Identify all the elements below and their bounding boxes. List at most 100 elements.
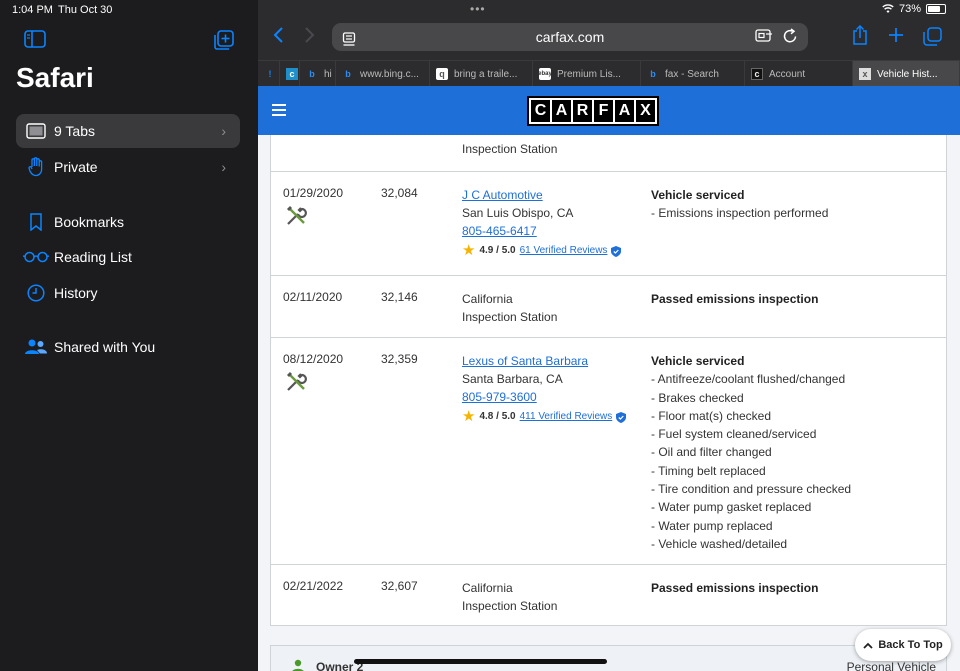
detail-item: - Emissions inspection performed [651,206,829,221]
battery-percent: 73% [898,3,921,15]
sidebar-toggle-icon[interactable] [24,30,46,53]
page-menu-icon[interactable] [342,29,356,57]
bookmark-icon [16,213,54,231]
logo-letter: C [531,100,550,122]
source-phone[interactable]: 805-979-3600 [462,388,626,406]
owner-vehicle-type: Personal Vehicle [846,660,936,671]
record-date: 01/29/2020 [283,186,344,200]
wifi-icon [882,4,894,13]
tab-item[interactable]: c [280,61,300,87]
tab-favicon: b [345,69,351,79]
record-date: 02/11/2020 [283,290,343,304]
record-source: California Inspection Station [462,579,557,615]
record-date: 02/21/2022 [283,579,344,593]
multitasking-dots-icon[interactable]: ••• [470,2,486,16]
tab-item[interactable]: q bring a traile... [430,61,533,87]
tab-item[interactable]: ! [258,61,280,87]
record-mileage: 32,607 [381,579,418,593]
chevron-up-icon [863,642,873,649]
source-link[interactable]: Lexus of Santa Barbara [462,352,626,370]
detail-item: - Tire condition and pressure checked [651,482,852,497]
tab-close-icon[interactable]: x [859,68,871,80]
sidebar-item-reading-list[interactable]: Reading List [16,240,240,274]
star-icon: ★ [462,408,476,425]
sidebar-item-shared-with-you[interactable]: Shared with You [16,330,240,364]
reader-extension-icon[interactable] [755,28,773,44]
sidebar-item-history[interactable]: History [16,276,240,310]
table-row: 08/12/2020 32,359 Lexus of Santa Barbara… [271,337,946,564]
sidebar-item-label: Shared with You [54,339,156,355]
carfax-header: C A R F A X [258,86,960,135]
record-mileage: 32,359 [381,352,418,366]
sidebar-item-label: Bookmarks [54,214,125,230]
source-location: San Luis Obispo, CA [462,206,574,220]
tab-overview-icon[interactable] [923,27,942,50]
logo-letter: R [573,100,592,122]
source-line: California [462,581,513,595]
service-tools-icon [285,371,307,396]
tab-item[interactable]: ebay Premium Lis... [533,61,641,87]
detail-item: - Water pump replaced [651,518,773,533]
back-icon[interactable] [272,26,284,48]
sidebar-item-tabs[interactable]: 9 Tabs › [16,114,240,148]
sidebar-item-bookmarks[interactable]: Bookmarks [16,205,240,239]
sidebar-item-label: Reading List [54,249,132,265]
tab-label: fax - Search [665,68,719,80]
hand-icon [16,157,54,177]
sidebar-item-private[interactable]: Private › [16,150,240,184]
reviews-link[interactable]: 61 Verified Reviews [520,242,608,260]
sidebar-item-label: Private [54,159,98,175]
tab-favicon: ebay [538,68,552,80]
tab-label: www.bing.c... [360,68,419,80]
tab-item[interactable]: b fax - Search [641,61,745,87]
tab-label: bring a traile... [454,68,518,80]
record-date: 08/12/2020 [283,352,344,366]
verified-shield-icon [611,245,622,257]
tab-item[interactable]: c Account [745,61,853,87]
browser-window: carfax.com ! c b hi b www.bing.c... q br… [258,0,960,671]
reviews-link[interactable]: 411 Verified Reviews [520,408,613,426]
home-indicator[interactable] [354,659,607,664]
logo-letter: A [552,100,571,122]
chevron-right-icon: › [221,123,226,139]
detail-item: - Water pump gasket replaced [651,500,812,515]
detail-title: Vehicle serviced [651,188,745,202]
owner-section-header[interactable]: Owner 2 Personal Vehicle [270,645,947,671]
table-row: 01/29/2020 32,084 J C Automotive San Lui… [271,171,946,275]
address-bar[interactable]: carfax.com [332,23,808,51]
source-link[interactable]: J C Automotive [462,186,621,204]
carfax-logo[interactable]: C A R F A X [527,96,659,126]
safari-sidebar: Safari 9 Tabs › Private › Bookmarks Read… [0,0,258,671]
record-detail: Passed emissions inspection [651,290,818,308]
tab-bar: ! c b hi b www.bing.c... q bring a trail… [258,60,960,87]
report-content: Inspection Station 01/29/2020 32,084 J C… [258,135,960,671]
detail-title: Passed emissions inspection [651,292,819,306]
status-date: Thu Oct 30 [58,4,113,16]
back-to-top-label: Back To Top [878,639,943,651]
tab-item-active[interactable]: x Vehicle Hist... [853,61,960,87]
back-to-top-button[interactable]: Back To Top [855,629,951,661]
detail-item: - Vehicle washed/detailed [651,536,788,551]
menu-icon[interactable] [272,104,286,119]
status-right: 73% [882,3,946,15]
tab-label: Account [769,68,806,80]
share-icon[interactable] [852,24,868,49]
new-tab-group-icon[interactable] [214,30,234,55]
tab-item[interactable]: b www.bing.c... [336,61,430,87]
tab-favicon: b [650,69,656,79]
detail-item: - Antifreeze/coolant flushed/changed [651,372,846,387]
new-tab-icon[interactable] [888,27,904,47]
forward-icon[interactable] [304,26,316,48]
clock-icon [16,284,54,302]
reload-icon[interactable] [783,28,798,44]
tab-label: Vehicle Hist... [877,68,938,80]
source-line: California [462,292,513,306]
tab-item[interactable]: b hi [300,61,336,87]
detail-item: - Fuel system cleaned/serviced [651,427,817,442]
source-phone[interactable]: 805-465-6417 [462,222,621,240]
chevron-right-icon: › [221,159,226,175]
detail-title: Passed emissions inspection [651,581,819,595]
people-icon [16,338,54,356]
table-row: 02/21/2022 32,607 California Inspection … [271,564,946,625]
record-detail: Vehicle serviced - Emissions inspection … [651,186,828,223]
